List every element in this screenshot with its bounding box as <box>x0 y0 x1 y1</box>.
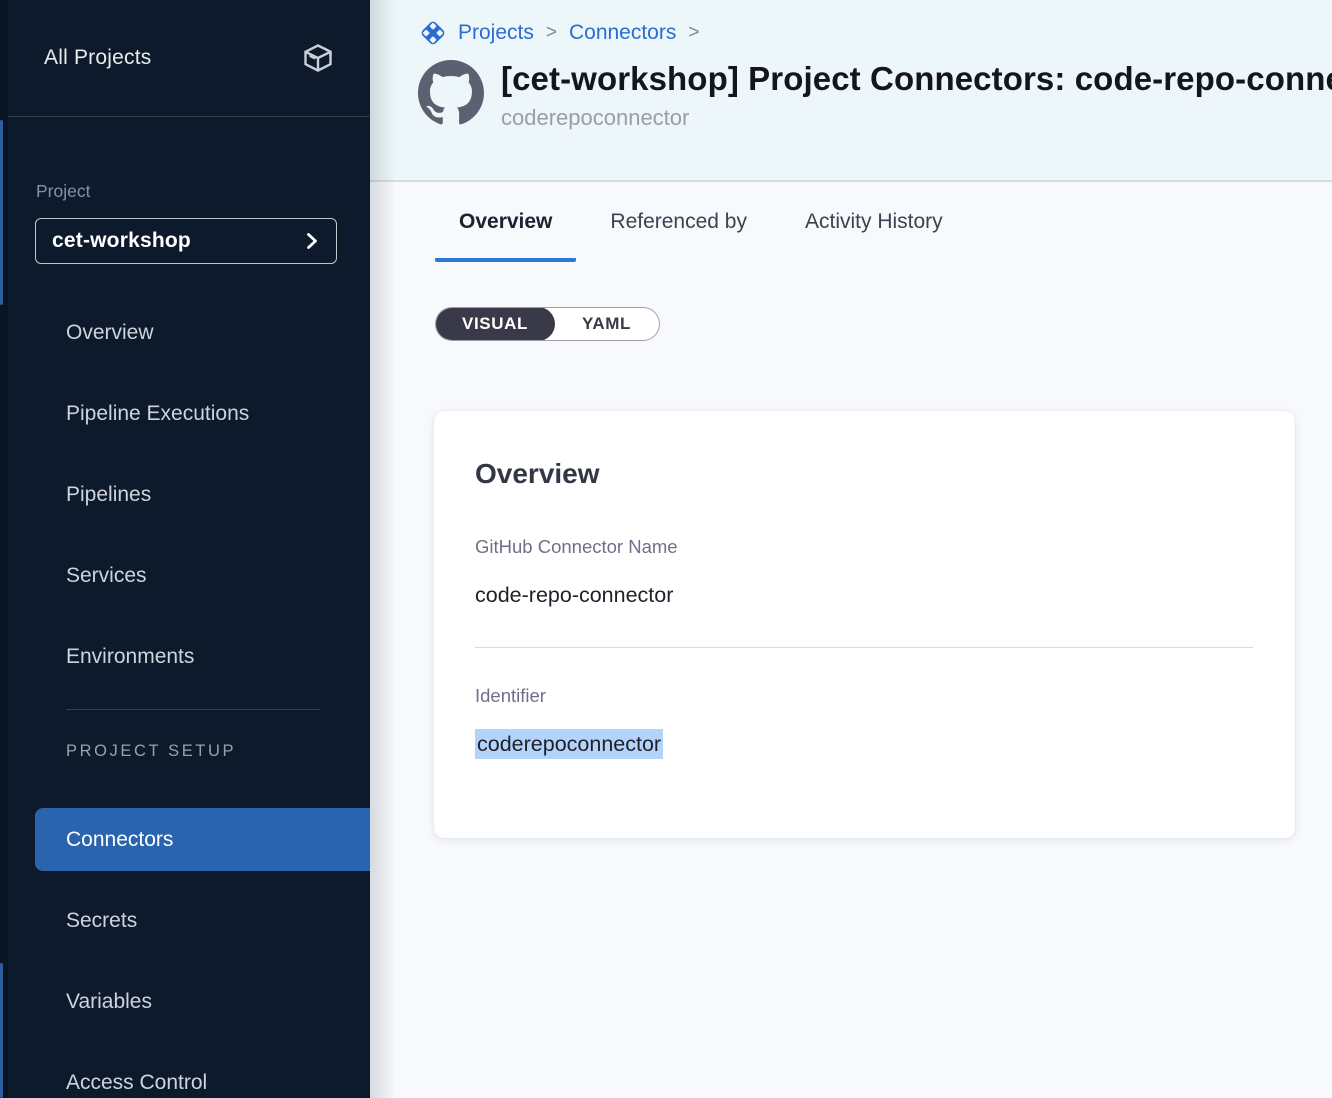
identifier-selected-text: coderepoconnector <box>475 729 663 759</box>
tab-referenced-by[interactable]: Referenced by <box>586 200 771 262</box>
github-icon <box>418 60 484 126</box>
app-window: All Projects Project cet-workshop Overvi… <box>0 0 1332 1098</box>
toggle-option-visual[interactable]: VISUAL <box>435 307 555 341</box>
sidebar-item-secrets[interactable]: Secrets <box>0 880 370 961</box>
sidebar-item-services[interactable]: Services <box>0 535 370 616</box>
card-divider <box>475 647 1253 648</box>
tab-bar: Overview Referenced by Activity History <box>435 200 1332 262</box>
main-content: Projects > Connectors > [cet-workshop] P… <box>370 0 1332 1098</box>
project-selector-value: cet-workshop <box>52 229 191 253</box>
sidebar-item-variables[interactable]: Variables <box>0 961 370 1042</box>
sidebar-item-pipeline-executions[interactable]: Pipeline Executions <box>0 373 370 454</box>
overview-card: Overview GitHub Connector Name code-repo… <box>434 411 1295 838</box>
project-setup-section-label: PROJECT SETUP <box>66 740 370 762</box>
sidebar-nav: Overview Pipeline Executions Pipelines S… <box>0 292 370 697</box>
toggle-option-yaml[interactable]: YAML <box>554 308 659 340</box>
sidebar-item-overview[interactable]: Overview <box>0 292 370 373</box>
tab-overview[interactable]: Overview <box>435 200 576 262</box>
breadcrumb-link-projects[interactable]: Projects <box>458 21 534 45</box>
breadcrumb-link-connectors[interactable]: Connectors <box>569 21 676 45</box>
projects-diamond-icon[interactable] <box>418 18 448 48</box>
sidebar-item-pipelines[interactable]: Pipelines <box>0 454 370 535</box>
chevron-right-icon <box>306 232 318 250</box>
breadcrumb: Projects > Connectors > <box>418 17 1332 49</box>
project-selector[interactable]: cet-workshop <box>35 218 337 264</box>
connector-name-label: GitHub Connector Name <box>475 535 1253 559</box>
sidebar: All Projects Project cet-workshop Overvi… <box>0 0 370 1098</box>
title-row: [cet-workshop] Project Connectors: code-… <box>418 58 1332 132</box>
rail-scroll-indicator-top <box>0 120 3 305</box>
rail-scroll-indicator-bottom <box>0 963 3 1098</box>
nav-rail <box>0 0 8 1098</box>
page-title: [cet-workshop] Project Connectors: code-… <box>501 58 1332 100</box>
visual-yaml-toggle: VISUAL YAML <box>435 307 660 341</box>
sidebar-item-connectors[interactable]: Connectors <box>35 808 370 871</box>
sidebar-divider <box>66 709 320 710</box>
sidebar-item-environments[interactable]: Environments <box>0 616 370 697</box>
project-section-label: Project <box>36 179 370 203</box>
page-header: Projects > Connectors > [cet-workshop] P… <box>370 0 1332 182</box>
cube-icon[interactable] <box>300 40 336 76</box>
connector-name-value: code-repo-connector <box>475 581 1253 609</box>
title-block: [cet-workshop] Project Connectors: code-… <box>501 58 1332 132</box>
tab-activity-history[interactable]: Activity History <box>781 200 967 262</box>
page-subtitle: coderepoconnector <box>501 104 1332 132</box>
identifier-value: coderepoconnector <box>475 730 1253 758</box>
sidebar-item-access-control[interactable]: Access Control <box>0 1042 370 1098</box>
card-heading: Overview <box>475 457 1253 491</box>
all-projects-label: All Projects <box>44 46 151 70</box>
breadcrumb-separator: > <box>686 22 701 44</box>
sidebar-header: All Projects <box>8 0 369 117</box>
sidebar-setup-nav: Connectors Secrets Variables Access Cont… <box>0 808 370 1098</box>
identifier-label: Identifier <box>475 684 1253 708</box>
breadcrumb-separator: > <box>544 22 559 44</box>
